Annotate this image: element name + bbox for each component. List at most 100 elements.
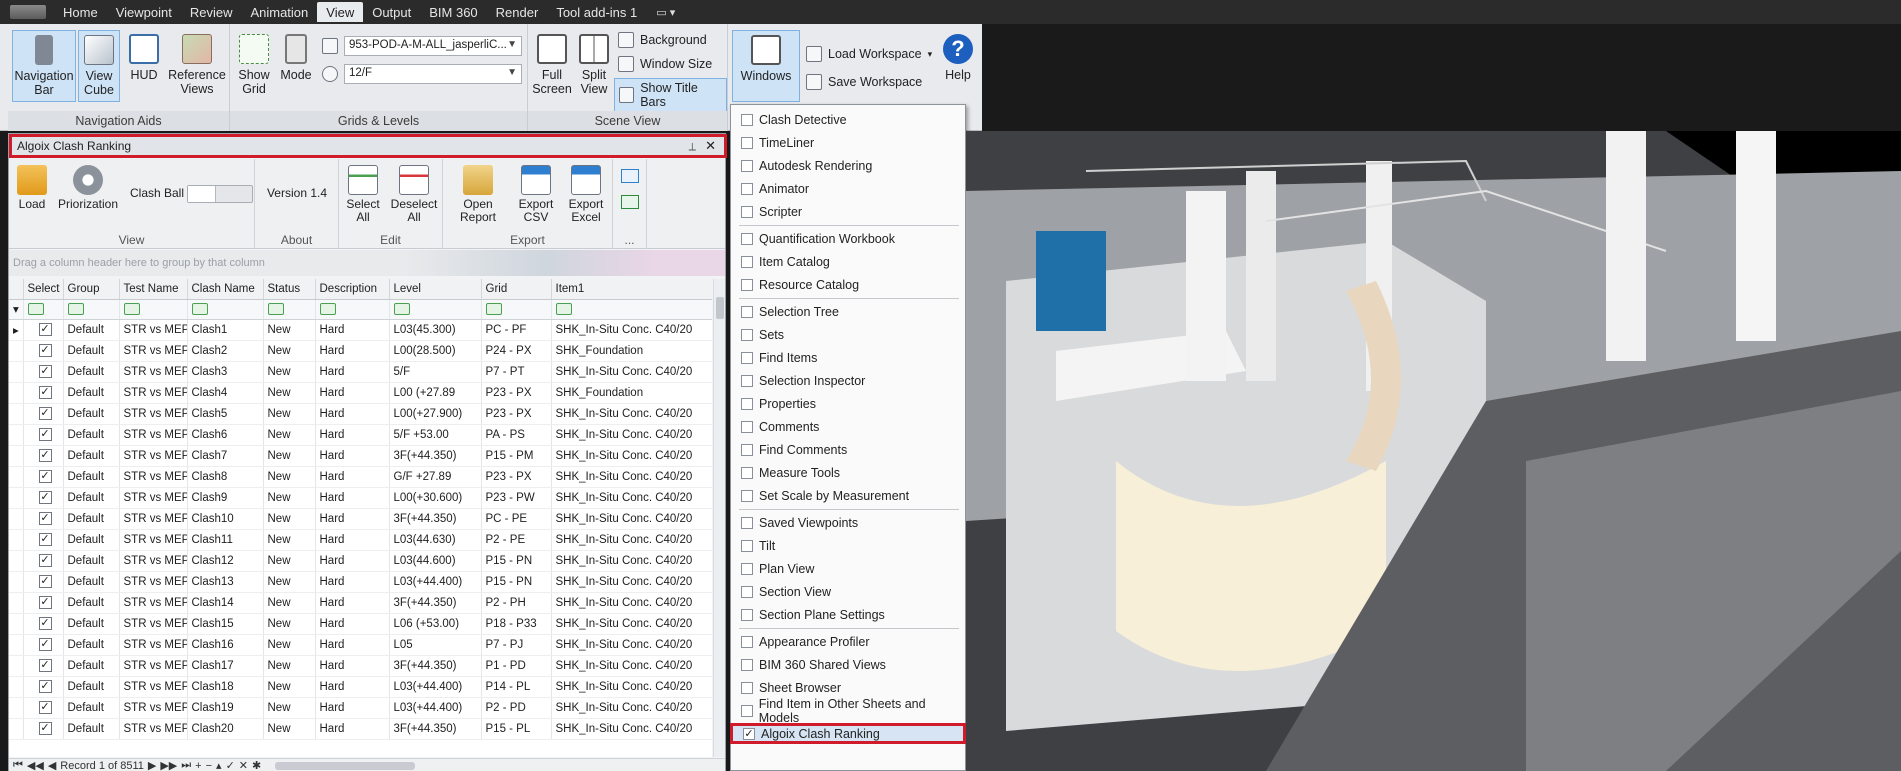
filter-condition-icon[interactable] [485,302,502,315]
table-row[interactable]: ✓ Default STR vs MEP Clash18 New Hard L03(+44.… [9,676,712,698]
extra-export-icon[interactable] [621,169,639,183]
filter-condition-icon[interactable] [393,302,410,315]
load-workspace-button[interactable]: Load Workspace ▾ [806,46,932,62]
row-checkbox[interactable]: ✓ [38,533,52,546]
quick-access-dropdown-icon[interactable]: ▭ ▾ [656,6,675,19]
background-button[interactable]: Background [618,32,707,48]
pin-icon[interactable]: ⟂ [689,138,696,156]
export-excel-button[interactable]: Export Excel [561,165,611,224]
column-header-item1[interactable]: Item1 [551,279,712,300]
column-header-grid[interactable]: Grid [481,279,552,300]
menu-item-selection-tree[interactable]: Selection Tree [731,301,965,322]
table-row[interactable]: ✓ Default STR vs MEP Clash2 New Hard L00(28.50… [9,340,712,362]
window-size-button[interactable]: Window Size [618,56,712,72]
menu-item-find-comments[interactable]: Find Comments [731,439,965,460]
menu-item-find-items[interactable]: Find Items [731,347,965,368]
mode-button[interactable]: Mode [278,30,314,102]
filter-condition-icon[interactable] [123,302,140,315]
row-checkbox[interactable]: ✓ [38,722,52,735]
filter-condition-icon[interactable] [319,302,336,315]
filter-condition-icon[interactable] [67,302,84,315]
menu-item-timeliner[interactable]: TimeLiner [731,132,965,153]
tab-animation[interactable]: Animation [241,2,317,22]
row-checkbox[interactable]: ✓ [38,638,52,651]
menu-item-section-plane-settings[interactable]: Section Plane Settings [731,604,965,625]
table-row[interactable]: ✓ Default STR vs MEP Clash16 New Hard L05 P7 - … [9,634,712,656]
row-checkbox[interactable]: ✓ [38,512,52,525]
edit-record-icon[interactable]: ▴ [216,759,222,771]
table-row[interactable]: ▸ ✓ Default STR vs MEP Clash1 New Hard L03(45.3… [9,319,712,341]
row-checkbox[interactable]: ✓ [38,680,52,693]
tab-render[interactable]: Render [487,2,548,22]
add-record-icon[interactable]: + [195,760,201,771]
menu-item-section-view[interactable]: Section View [731,581,965,602]
last-record-icon[interactable]: ⏭ [181,759,191,771]
remove-record-icon[interactable]: − [206,760,212,771]
help-button[interactable]: ? Help [938,30,978,102]
tab-viewpoint[interactable]: Viewpoint [107,2,181,22]
menu-item-item-catalog[interactable]: Item Catalog [731,251,965,272]
column-header-test-name[interactable]: Test Name [119,279,188,300]
tab-bim-360[interactable]: BIM 360 [420,2,486,22]
next-record-icon[interactable]: ▶ [148,759,156,771]
menu-item-properties[interactable]: Properties [731,393,965,414]
view-cube-button[interactable]: View Cube [78,30,120,102]
menu-item-plan-view[interactable]: Plan View [731,558,965,579]
row-checkbox[interactable]: ✓ [38,470,52,483]
table-row[interactable]: ✓ Default STR vs MEP Clash11 New Hard L03(44.6… [9,529,712,551]
row-checkbox[interactable]: ✓ [38,596,52,609]
column-filter-cell[interactable] [315,299,390,320]
filter-condition-icon[interactable] [555,302,572,315]
menu-item-resource-catalog[interactable]: Resource Catalog [731,274,965,295]
table-row[interactable]: ✓ Default STR vs MEP Clash17 New Hard 3F(+44.3… [9,655,712,677]
next-page-icon[interactable]: ▶▶ [160,759,177,771]
filter-condition-icon[interactable] [267,302,284,315]
column-header-group[interactable]: Group [63,279,120,300]
table-row[interactable]: ✓ Default STR vs MEP Clash13 New Hard L03(+44.… [9,571,712,593]
column-header-clash-name[interactable]: Clash Name [187,279,264,300]
row-checkbox[interactable]: ✓ [38,449,52,462]
menu-item-tilt[interactable]: Tilt [731,535,965,556]
table-row[interactable]: ✓ Default STR vs MEP Clash6 New Hard 5/F +53.0… [9,424,712,446]
row-checkbox[interactable]: ✓ [38,575,52,588]
tab-tool-add-ins-1[interactable]: Tool add-ins 1 [547,2,646,22]
column-filter-cell[interactable] [481,299,552,320]
hud-button[interactable]: HUD [124,30,164,102]
row-checkbox[interactable]: ✓ [38,554,52,567]
group-by-area[interactable]: Drag a column header here to group by th… [9,250,725,276]
column-filter-cell[interactable] [187,299,264,320]
filter-icon[interactable]: ▾ [9,299,24,320]
row-checkbox[interactable]: ✓ [38,428,52,441]
menu-item-comments[interactable]: Comments [731,416,965,437]
menu-item-sheet-browser[interactable]: Sheet Browser [731,677,965,698]
first-record-icon[interactable]: ⏮ [13,759,23,771]
tab-output[interactable]: Output [363,2,420,22]
table-row[interactable]: ✓ Default STR vs MEP Clash19 New Hard L03(+44.… [9,697,712,719]
menu-item-animator[interactable]: Animator [731,178,965,199]
open-report-button[interactable]: Open Report [445,165,511,224]
row-checkbox[interactable]: ✓ [38,659,52,672]
row-checkbox[interactable]: ✓ [38,491,52,504]
filter-icon[interactable]: ✱ [252,759,261,771]
menu-item-bim-360-shared-views[interactable]: BIM 360 Shared Views [731,654,965,675]
show-grid-button[interactable]: Show Grid [234,30,274,102]
close-icon[interactable]: ✕ [705,137,716,155]
table-row[interactable]: ✓ Default STR vs MEP Clash12 New Hard L03(44.6… [9,550,712,572]
vertical-scrollbar[interactable] [713,279,725,757]
menu-item-sets[interactable]: Sets [731,324,965,345]
row-checkbox[interactable]: ✓ [38,617,52,630]
menu-item-saved-viewpoints[interactable]: Saved Viewpoints [731,512,965,533]
reference-views-button[interactable]: Reference Views [168,30,226,102]
menu-item-find-item-in-other-sheets-and-models[interactable]: Find Item in Other Sheets and Models [731,697,965,725]
menu-item-quantification-workbook[interactable]: Quantification Workbook [731,228,965,249]
column-filter-cell[interactable] [63,299,120,320]
menu-item-clash-detective[interactable]: Clash Detective [731,109,965,130]
application-menu-button[interactable] [10,5,46,19]
clash-ball-toggle[interactable] [187,185,253,203]
load-button[interactable]: Load [13,165,51,211]
table-row[interactable]: ✓ Default STR vs MEP Clash20 New Hard 3F(+44.3… [9,718,712,740]
column-filter-cell[interactable] [389,299,482,320]
save-workspace-button[interactable]: Save Workspace [806,74,922,90]
filter-condition-icon[interactable] [191,302,208,315]
windows-button[interactable]: Windows [732,30,800,102]
